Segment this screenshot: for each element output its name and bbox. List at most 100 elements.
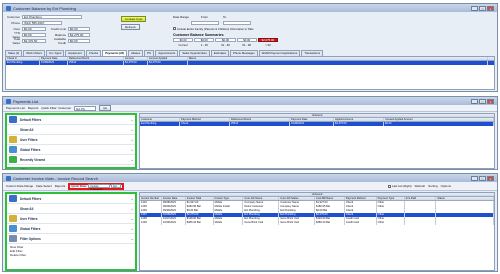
column-header[interactable]: Payment Type xyxy=(377,197,405,200)
custom-date-range-menu[interactable]: Custom Date Range xyxy=(6,184,33,188)
sidebar-item-2[interactable]: User Filters » xyxy=(7,135,135,145)
column-header[interactable]: Invoice Type xyxy=(214,197,244,200)
column-header[interactable]: Amt Paid xyxy=(405,197,437,200)
expand-chevron-icon[interactable]: » xyxy=(131,148,133,152)
column-header[interactable]: Reference/Check xyxy=(68,57,124,60)
credit-limit-field[interactable]: $0.00 xyxy=(68,26,90,31)
title-bar[interactable]: Payments List _ □ x xyxy=(3,97,497,105)
expand-chevron-icon[interactable]: » xyxy=(131,237,133,241)
close-button[interactable]: x xyxy=(487,175,494,181)
total-sales-field[interactable]: $2,470.50 xyxy=(22,38,46,43)
column-header[interactable]: Cust Bill Name xyxy=(315,197,345,200)
available-credit-field[interactable]: $0.00 xyxy=(68,38,90,43)
sidebar-item-5[interactable]: ACH » xyxy=(7,165,135,170)
minimize-button[interactable]: _ xyxy=(471,5,478,11)
filter-option-item[interactable]: Delete Filter xyxy=(10,253,132,257)
payments-list-menu[interactable]: Payments List xyxy=(6,106,25,110)
expand-chevron-icon[interactable]: » xyxy=(131,118,133,122)
column-header[interactable]: Invoice Date xyxy=(162,197,186,200)
column-header[interactable]: Memo xyxy=(188,57,488,60)
table-row[interactable]: Ext Plumbing 10/28/2023 25614 $2,275.00 $2,2… xyxy=(6,61,494,65)
column-header[interactable]: Status xyxy=(436,197,494,200)
maximize-button[interactable]: □ xyxy=(479,175,486,181)
sidebar-item-1[interactable]: Show All » xyxy=(7,204,135,214)
column-header[interactable]: Unused Applied Amount xyxy=(384,118,494,121)
payments-list-window: Payments List _ □ x Payments List Report… xyxy=(2,96,498,170)
minimize-button[interactable]: _ xyxy=(471,98,478,104)
expand-chevron-icon[interactable]: » xyxy=(131,158,133,162)
column-header[interactable]: Applied Amount xyxy=(334,118,384,121)
minimize-button[interactable]: _ xyxy=(471,175,478,181)
to-date-field[interactable] xyxy=(223,20,251,25)
summary-1-30-header: 1 - 30 xyxy=(200,43,208,47)
table-cell: Gene Brick Yard xyxy=(279,221,316,225)
sidebar-item-1[interactable]: Show All » xyxy=(7,125,135,135)
expand-chevron-icon[interactable]: » xyxy=(131,207,133,211)
table-cell: Other xyxy=(377,221,405,225)
from-date-field[interactable] xyxy=(191,20,219,25)
ytd-sales-field[interactable]: $0.00 xyxy=(22,32,46,37)
credit-limit-label: Credit Limit xyxy=(50,26,66,31)
column-header[interactable]: Payment Date xyxy=(40,57,68,60)
column-header[interactable]: Amount xyxy=(124,57,148,60)
refresh-link[interactable]: Refresh xyxy=(415,184,426,188)
expand-chevron-icon[interactable]: » xyxy=(131,138,133,142)
column-header[interactable]: Amount Applied xyxy=(148,57,188,60)
column-header[interactable]: Check # xyxy=(6,57,40,60)
close-button[interactable]: x xyxy=(487,5,494,11)
maximize-button[interactable]: □ xyxy=(479,5,486,11)
reports-menu[interactable]: Reports xyxy=(55,184,66,188)
column-header[interactable]: Invoice Number xyxy=(140,197,162,200)
close-button[interactable]: x xyxy=(487,98,494,104)
column-header[interactable]: Payment Date xyxy=(290,118,334,121)
column-header[interactable]: Cust Job Status xyxy=(279,197,316,200)
table-cell: $2,275.00 xyxy=(124,61,148,65)
quick-filter-input[interactable]: Ext Ply xyxy=(74,105,97,111)
quick-filter-input[interactable]: Invoice Processed xyxy=(88,184,111,191)
sidebar-item-3[interactable]: Global Filters » xyxy=(7,145,135,155)
include-family-checkbox[interactable]: Include Entire Family (Parents & Childre… xyxy=(173,27,254,31)
phone-field[interactable]: (612) 555-0167 xyxy=(22,20,62,25)
expand-chevron-icon[interactable]: » xyxy=(131,217,133,221)
filter-icon xyxy=(9,195,17,202)
options-link[interactable]: Options xyxy=(441,184,451,188)
go-button[interactable]: Go xyxy=(99,105,112,111)
column-header[interactable]: Payment Method xyxy=(180,118,230,121)
contact-customer-button[interactable]: Contact Cust xyxy=(121,16,147,22)
table-row[interactable]: Ext Plumbing Check 25614 10/28/2023 $2,275.0… xyxy=(140,122,494,126)
sidebar-item-label: Show All xyxy=(20,206,34,211)
expand-chevron-icon[interactable]: » xyxy=(131,128,133,132)
sidebar-item-2[interactable]: User Filters » xyxy=(7,214,135,224)
table-cell: 25614 xyxy=(230,122,290,126)
filter-icon xyxy=(9,205,17,212)
balance-field[interactable]: $2,275.00 xyxy=(68,32,90,37)
sidebar-item-4[interactable]: Recently Viewed » xyxy=(7,155,135,165)
column-header[interactable]: Payment Method xyxy=(345,197,377,200)
sidebar-item-0[interactable]: Default Filters » xyxy=(7,115,135,125)
expand-chevron-icon[interactable]: » xyxy=(131,168,133,170)
sidebar-item-3[interactable]: Global Filters » xyxy=(7,224,135,234)
summary-values: $0.00 $0.00 $0.00 $0.00 $2,275.00 Curren… xyxy=(173,38,278,47)
sidebar-item-4[interactable]: Filter Options » xyxy=(7,234,135,244)
table-cell xyxy=(436,221,494,225)
column-header[interactable]: Invoice Total xyxy=(186,197,214,200)
refresh-button[interactable]: Refresh xyxy=(121,24,140,30)
maximize-button[interactable]: □ xyxy=(479,98,486,104)
customer-field[interactable]: Ext Plumbing xyxy=(22,14,82,19)
title-bar[interactable]: Customer Balance by Ext Plumbing _ □ x xyxy=(3,4,497,12)
title-bar[interactable]: Customer Invoice Main - Invoice Record S… xyxy=(3,174,497,182)
column-header[interactable]: Reference/Check xyxy=(230,118,290,121)
expand-chevron-icon[interactable]: » xyxy=(131,227,133,231)
last-list-checkbox[interactable]: Last List (Right) xyxy=(388,184,412,188)
column-header[interactable]: Cust Job Name xyxy=(243,197,280,200)
table-row[interactable]: 1239 10/29/2023 $286.44 Bal Mobile Gene Bric… xyxy=(140,221,494,225)
date-select-menu[interactable]: Date Select xyxy=(36,184,52,188)
total-sales-label: Total Sales xyxy=(12,36,20,45)
sorting-link[interactable]: Sorting xyxy=(428,184,438,188)
over-field[interactable]: $0.00 xyxy=(22,26,46,31)
reports-menu[interactable]: Reports xyxy=(28,106,39,110)
sidebar-item-0[interactable]: Default Filters » xyxy=(7,194,135,204)
column-header[interactable]: Customer xyxy=(140,118,180,121)
expand-chevron-icon[interactable]: » xyxy=(131,197,133,201)
quick-filter-operator[interactable]: Ext xyxy=(111,184,122,188)
